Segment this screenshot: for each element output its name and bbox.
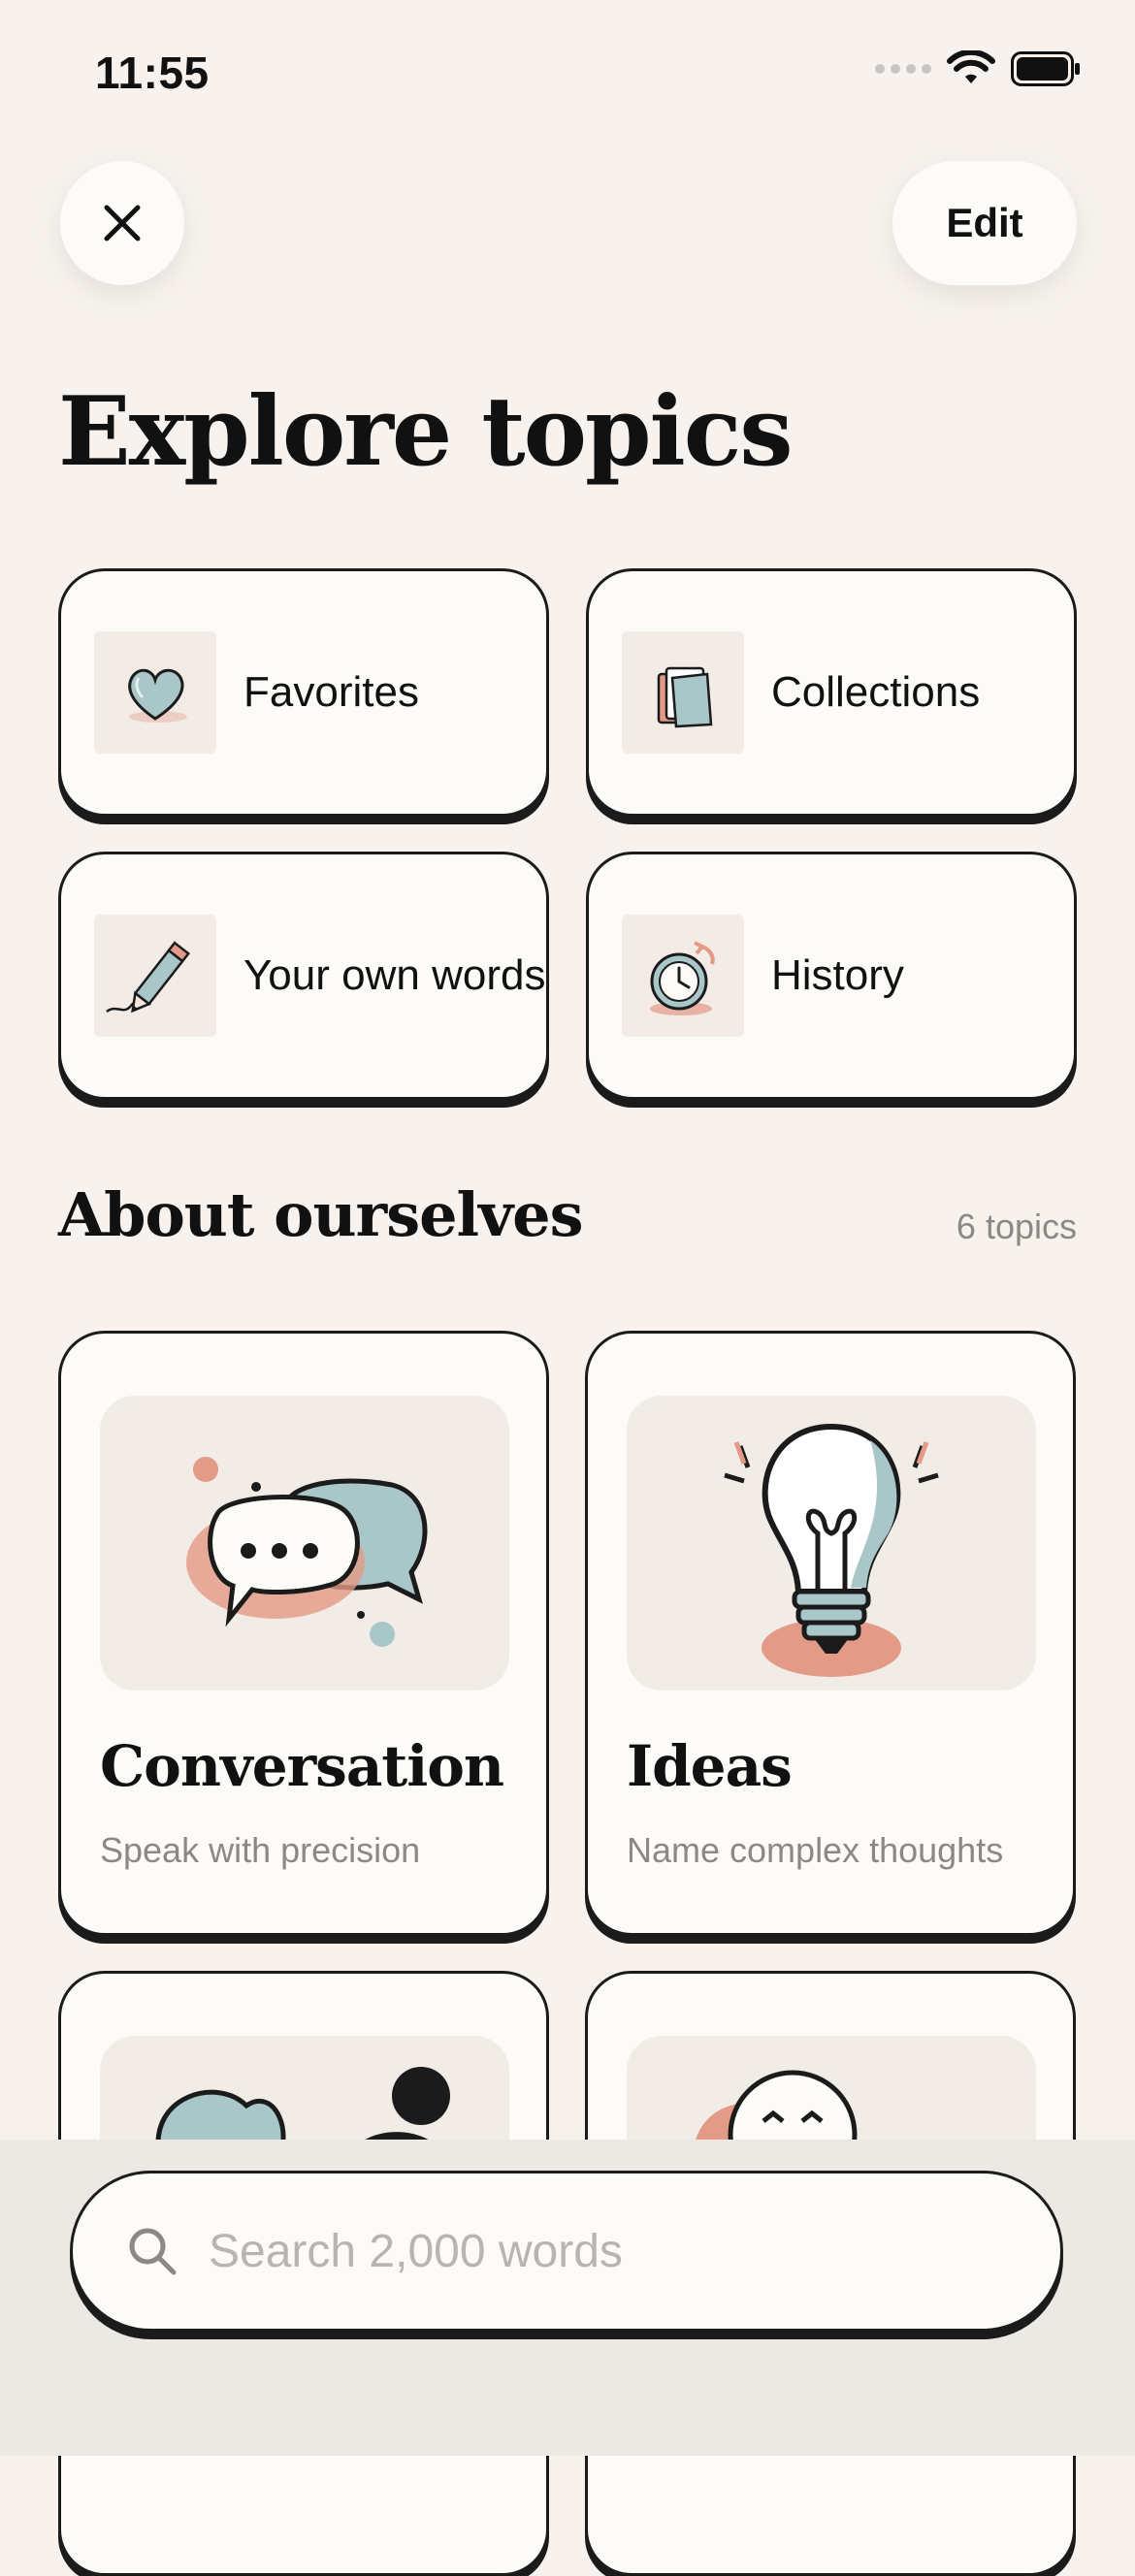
pencil-icon — [94, 915, 216, 1037]
speech-bubbles-icon — [100, 1396, 509, 1690]
heart-icon — [94, 631, 216, 754]
page-title: Explore topics — [58, 376, 794, 488]
lightbulb-icon — [627, 1396, 1036, 1690]
your-own-words-label: Your own words — [243, 951, 546, 999]
wifi-icon — [947, 50, 995, 83]
topic-title: Ideas — [627, 1733, 793, 1799]
search-input[interactable]: Search 2,000 words — [70, 2171, 1063, 2332]
collections-label: Collections — [771, 668, 981, 716]
favorites-tile[interactable]: Favorites — [58, 568, 549, 817]
topic-subtitle: Speak with precision — [100, 1830, 421, 1870]
status-icons — [875, 50, 1081, 87]
topic-count: 6 topics — [956, 1207, 1077, 1246]
search-icon — [129, 2228, 177, 2275]
search-placeholder: Search 2,000 words — [209, 2225, 623, 2277]
battery-icon — [1011, 51, 1080, 86]
collections-tile[interactable]: Collections — [586, 568, 1077, 817]
cellular-signal-icon — [875, 64, 931, 74]
topic-card-conversation[interactable]: Conversation Speak with precision — [58, 1331, 549, 1936]
topic-title: Conversation — [100, 1733, 504, 1799]
close-button[interactable] — [60, 161, 184, 285]
quick-links-grid: Favorites Collections Your own words His… — [58, 568, 1077, 1100]
history-tile[interactable]: History — [586, 852, 1077, 1100]
history-label: History — [771, 951, 904, 999]
clock-icon — [622, 915, 744, 1037]
section-title: About ourselves — [58, 1179, 583, 1250]
folder-icon — [622, 631, 744, 754]
your-own-words-tile[interactable]: Your own words — [58, 852, 549, 1100]
close-icon — [104, 205, 141, 242]
topic-subtitle: Name complex thoughts — [627, 1830, 1004, 1870]
status-time: 11:55 — [95, 48, 210, 98]
topic-card-ideas[interactable]: Ideas Name complex thoughts — [585, 1331, 1076, 1936]
favorites-label: Favorites — [243, 668, 419, 716]
edit-button[interactable]: Edit — [892, 161, 1077, 285]
